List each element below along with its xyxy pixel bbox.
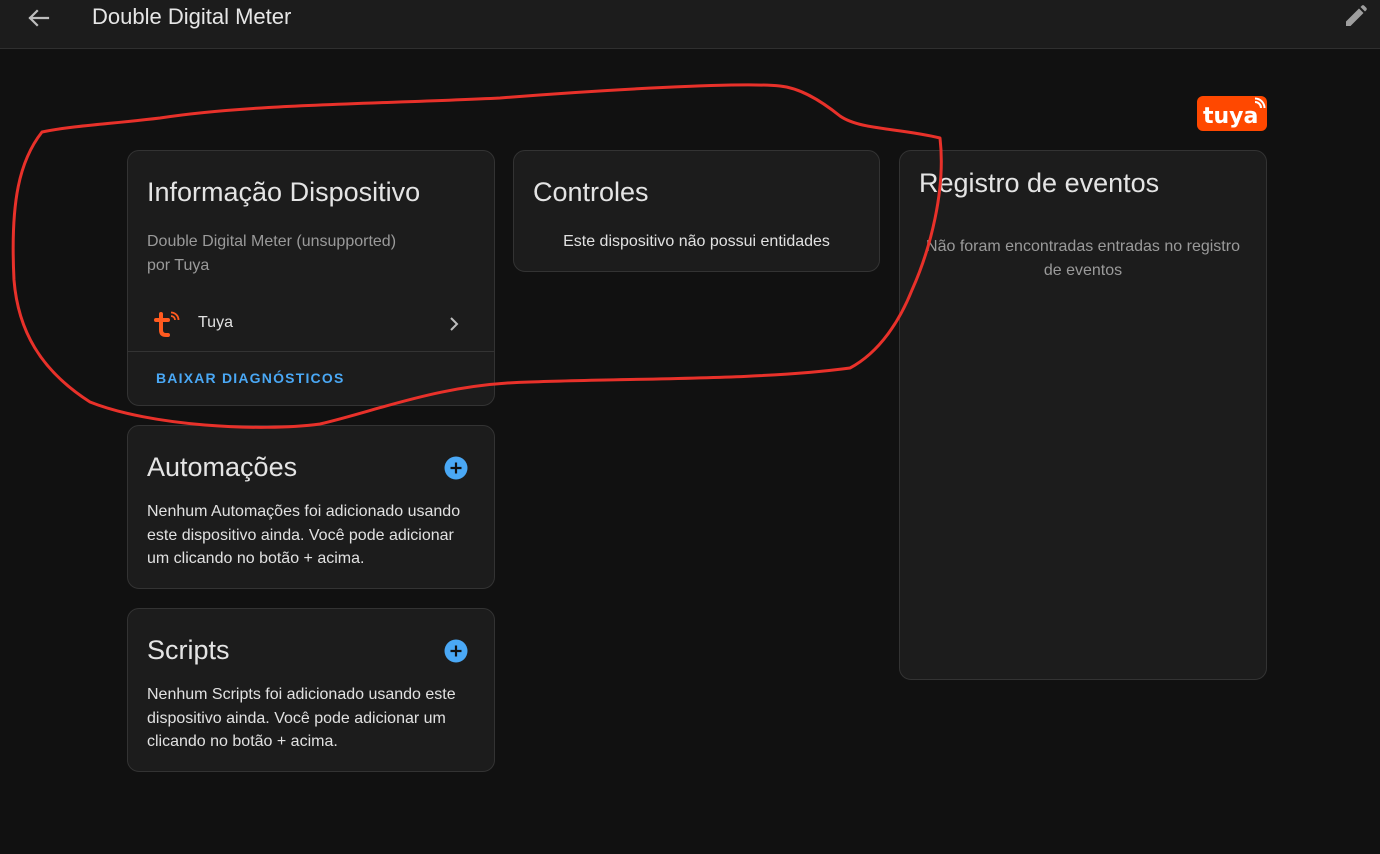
event-log-empty-text: Não foram encontradas entradas no regist…	[900, 235, 1266, 283]
event-log-empty-line-1: Não foram encontradas entradas no regist…	[926, 238, 1240, 255]
scripts-card: Scripts Nenhum Scripts foi adicionado us…	[127, 608, 495, 772]
top-app-bar: Double Digital Meter	[0, 0, 1380, 49]
add-automation-button[interactable]	[444, 456, 468, 480]
controls-card: Controles Este dispositivo não possui en…	[513, 150, 880, 272]
svg-text:tuya: tuya	[1203, 104, 1258, 129]
plus-circle-icon	[444, 639, 468, 663]
scripts-empty-text: Nenhum Scripts foi adicionado usando est…	[147, 683, 472, 754]
tuya-logo-icon	[154, 311, 180, 337]
tuya-brand-logo: tuya	[1197, 96, 1267, 131]
integration-name: Tuya	[198, 314, 233, 331]
device-model-info: Double Digital Meter (unsupported) por T…	[147, 230, 396, 278]
scripts-text-line-1: Nenhum Scripts foi adicionado usando est…	[147, 686, 456, 703]
chevron-right-icon	[450, 317, 459, 331]
automations-text-line-1: Nenhum Automações foi adicionado usando	[147, 503, 461, 520]
plus-circle-icon	[444, 456, 468, 480]
event-log-title: Registro de eventos	[919, 168, 1160, 198]
page-title: Double Digital Meter	[92, 4, 292, 29]
arrow-left-icon	[28, 9, 50, 27]
scripts-title: Scripts	[147, 635, 230, 665]
event-log-empty-line-2: de eventos	[1043, 262, 1123, 279]
device-info-card: Informação Dispositivo Double Digital Me…	[127, 150, 495, 406]
automations-text-line-2: este dispositivo ainda. Você pode adicio…	[147, 526, 454, 544]
device-manufacturer: por Tuya	[147, 257, 210, 274]
device-info-title: Informação Dispositivo	[147, 177, 421, 207]
device-model: Double Digital Meter (unsupported)	[147, 233, 397, 250]
automations-text-line-3: um clicando no botão + acima.	[147, 550, 365, 567]
controls-title: Controles	[533, 177, 649, 207]
integration-link-tuya[interactable]: Tuya	[128, 299, 494, 351]
add-script-button[interactable]	[444, 639, 468, 663]
download-diagnostics-button[interactable]: BAIXAR DIAGNÓSTICOS	[156, 370, 344, 386]
device-info-actions: BAIXAR DIAGNÓSTICOS	[128, 351, 494, 406]
controls-empty-text: Este dispositivo não possui entidades	[563, 233, 830, 250]
scripts-text-line-3: clicando no botão + acima.	[147, 733, 338, 750]
pencil-icon	[1346, 5, 1367, 26]
edit-button[interactable]	[1340, 2, 1370, 32]
automations-card: Automações Nenhum Automações foi adicion…	[127, 425, 495, 589]
back-button[interactable]	[22, 2, 54, 34]
automations-empty-text: Nenhum Automações foi adicionado usando …	[147, 500, 472, 571]
event-log-card: Registro de eventos Não foram encontrada…	[899, 150, 1267, 680]
automations-title: Automações	[147, 452, 298, 482]
scripts-text-line-2: dispositivo ainda. Você pode adicionar u…	[147, 709, 446, 727]
